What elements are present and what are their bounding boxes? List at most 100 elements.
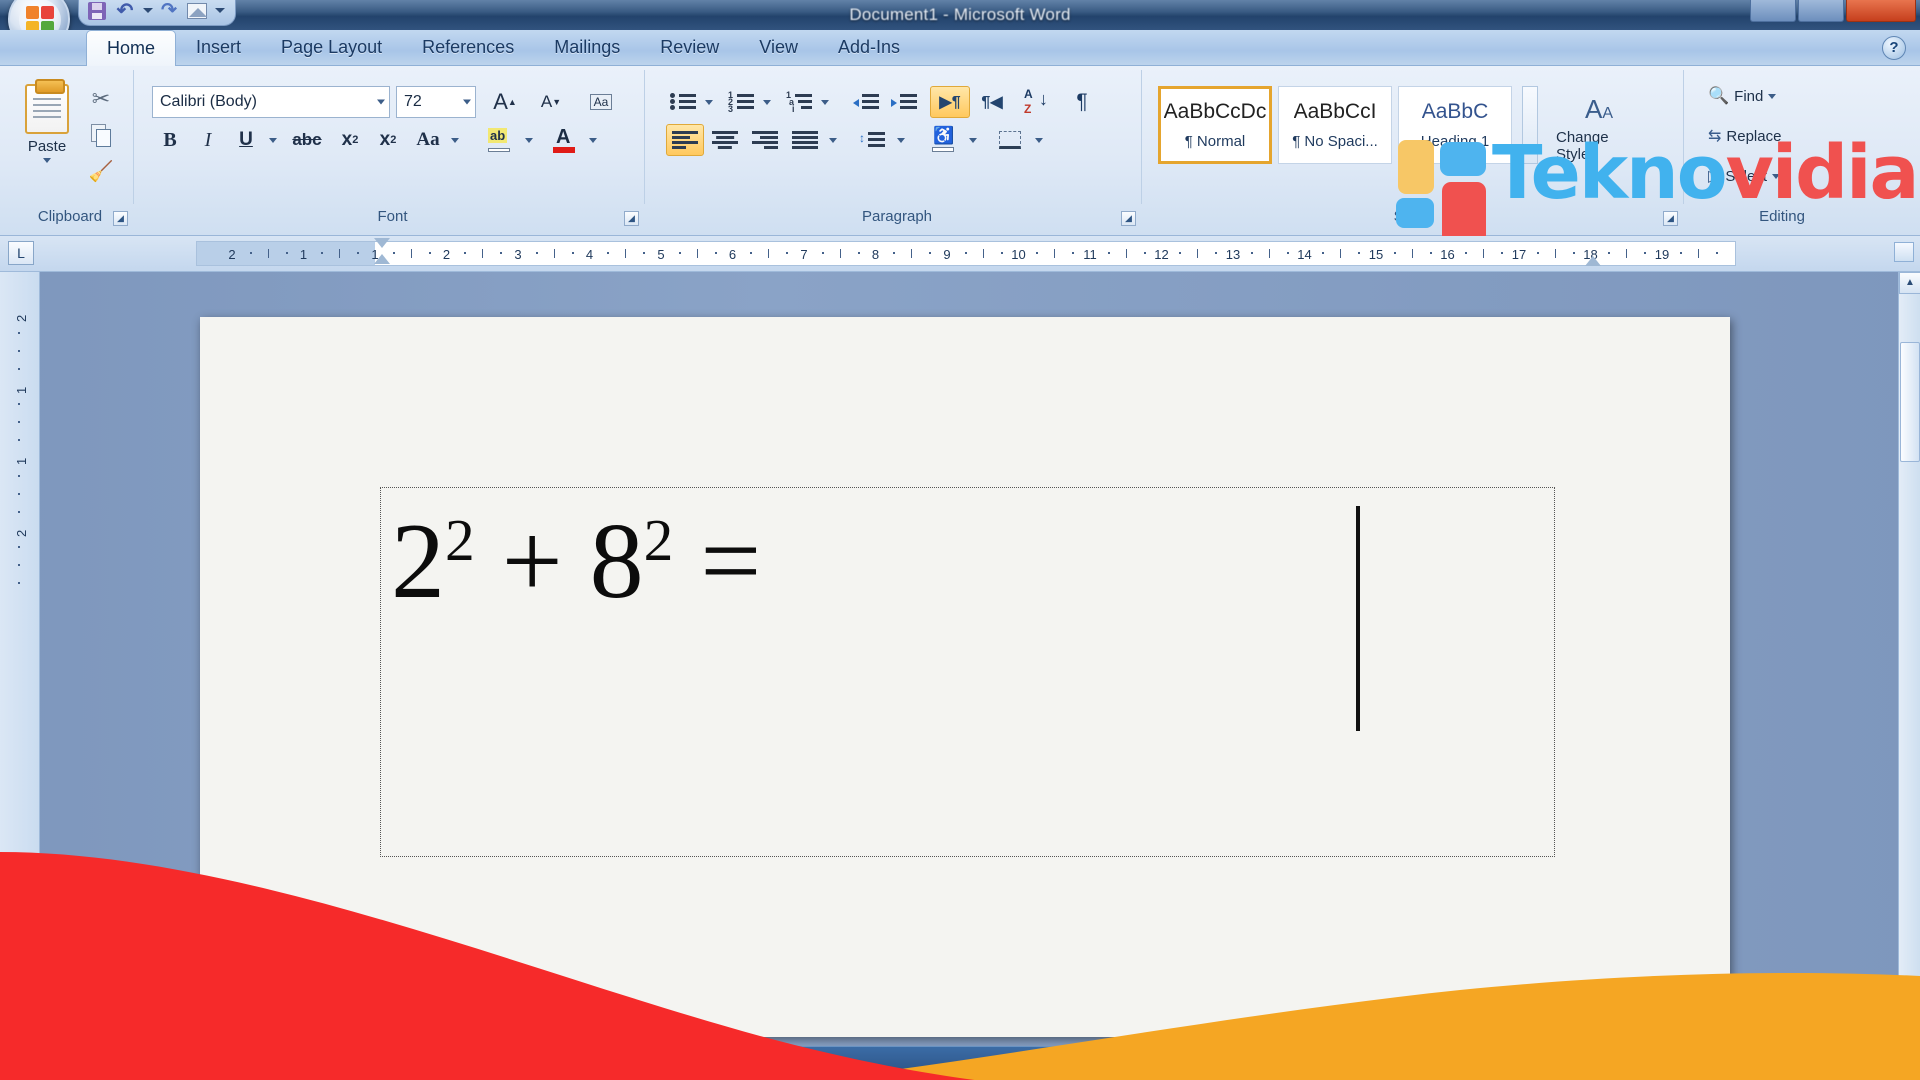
italic-button[interactable]: I (190, 124, 226, 156)
bullets-button[interactable] (666, 86, 700, 118)
hanging-indent-marker[interactable] (374, 254, 390, 264)
draft-view-button[interactable] (1504, 1053, 1530, 1073)
justify-caret[interactable] (824, 124, 842, 156)
clipboard-dialog-launcher[interactable]: ◢ (113, 211, 128, 226)
font-dialog-launcher[interactable]: ◢ (624, 211, 639, 226)
print-layout-view-button[interactable] (1388, 1053, 1414, 1073)
shading-caret[interactable] (964, 124, 982, 156)
styles-dialog-launcher[interactable]: ◢ (1663, 211, 1678, 226)
copy-button[interactable] (86, 120, 116, 150)
picture-icon[interactable] (185, 0, 209, 22)
multilevel-caret[interactable] (816, 86, 834, 118)
tab-stop-selector[interactable]: L (8, 241, 34, 265)
text-highlight-button[interactable]: ab (480, 124, 520, 156)
sort-button[interactable]: A Z ↓ (1018, 86, 1058, 118)
replace-button[interactable]: ⇆ Replace (1708, 126, 1781, 146)
line-spacing-button[interactable]: ↕ (852, 124, 892, 156)
redo-icon[interactable]: ↷ (157, 0, 181, 22)
close-button[interactable] (1846, 0, 1916, 22)
font-name-caret[interactable] (377, 99, 385, 105)
tab-insert[interactable]: Insert (176, 30, 261, 66)
underline-dropdown-caret[interactable] (264, 124, 282, 156)
horizontal-ruler[interactable]: L 2 1 1 2 3 4 5 6 7 8 9 10 11 12 13 14 15 16 17 18 19 (0, 236, 1920, 272)
vertical-ruler[interactable]: 2 1 1 2 (0, 272, 40, 1080)
tab-review[interactable]: Review (640, 30, 739, 66)
outline-view-button[interactable] (1475, 1053, 1501, 1073)
paste-dropdown-caret[interactable] (43, 158, 51, 163)
decrease-indent-button[interactable] (848, 86, 884, 118)
cut-button[interactable]: ✂ (86, 84, 116, 114)
bold-button[interactable]: B (152, 124, 188, 156)
font-color-caret[interactable] (584, 124, 602, 156)
select-button[interactable]: ▷ Select (1708, 166, 1781, 186)
zoom-slider-knob[interactable] (1756, 1056, 1770, 1074)
paste-button[interactable]: Paste (16, 79, 78, 163)
bullets-caret[interactable] (700, 86, 718, 118)
style-item-no-spacing[interactable]: AaBbCcI ¶ No Spaci... (1278, 86, 1392, 164)
first-line-indent-marker[interactable] (374, 238, 390, 248)
change-styles-button[interactable]: AA Change Styles (1556, 94, 1642, 163)
superscript-button[interactable]: x2 (370, 124, 406, 156)
undo-dropdown-caret[interactable] (143, 8, 153, 13)
align-right-button[interactable] (746, 124, 784, 156)
numbering-caret[interactable] (758, 86, 776, 118)
strikethrough-button[interactable]: abc (286, 124, 328, 156)
help-icon[interactable]: ? (1882, 36, 1906, 60)
align-left-button[interactable] (666, 124, 704, 156)
maximize-button[interactable] (1798, 0, 1844, 22)
ltr-text-direction-button[interactable]: ▶¶ (930, 86, 970, 118)
scroll-up-button[interactable]: ▲ (1899, 272, 1920, 294)
change-case-button[interactable]: Aa (408, 124, 448, 156)
tab-mailings[interactable]: Mailings (534, 30, 640, 66)
find-button[interactable]: 🔍 Find (1708, 86, 1777, 106)
full-screen-reading-button[interactable] (1417, 1053, 1443, 1073)
zoom-slider-track[interactable] (1620, 1063, 1850, 1066)
grow-font-button[interactable]: A ▲ (484, 86, 526, 118)
scroll-down-button[interactable]: ▼ (1899, 1012, 1920, 1034)
shrink-font-button[interactable]: A ▼ (530, 86, 572, 118)
zoom-level-label[interactable]: 100% (1564, 1055, 1600, 1071)
minimize-button[interactable] (1750, 0, 1796, 22)
font-size-input[interactable]: 72 (396, 86, 476, 118)
tab-home[interactable]: Home (86, 30, 177, 67)
style-item-heading1[interactable]: AaBbC Heading 1 (1398, 86, 1512, 164)
numbering-button[interactable]: 123 (724, 86, 758, 118)
font-name-input[interactable]: Calibri (Body) (152, 86, 390, 118)
rtl-text-direction-button[interactable]: ¶◀ (972, 86, 1012, 118)
show-formatting-marks-button[interactable]: ¶ (1062, 86, 1102, 118)
shading-button[interactable]: ♿ (924, 124, 964, 156)
customize-qat-caret[interactable] (215, 8, 225, 13)
multilevel-list-button[interactable]: 1ai (782, 86, 816, 118)
highlight-dropdown-caret[interactable] (520, 124, 538, 156)
change-case-caret[interactable] (446, 124, 464, 156)
line-spacing-caret[interactable] (892, 124, 910, 156)
font-size-caret[interactable] (463, 99, 471, 105)
subscript-button[interactable]: x2 (332, 124, 368, 156)
vertical-scrollbar[interactable]: ▲ ▼ ◆ ◇ (1898, 272, 1920, 1080)
align-center-button[interactable] (706, 124, 744, 156)
content-control-text-block[interactable]: 22 + 82 = (380, 487, 1555, 857)
tab-add-ins[interactable]: Add-Ins (818, 30, 920, 66)
tab-references[interactable]: References (402, 30, 534, 66)
font-color-button[interactable]: A (544, 124, 584, 156)
right-indent-marker[interactable] (1585, 256, 1601, 266)
increase-indent-button[interactable] (886, 86, 922, 118)
borders-caret[interactable] (1030, 124, 1048, 156)
web-layout-view-button[interactable] (1446, 1053, 1472, 1073)
ruler-strip[interactable]: 2 1 1 2 3 4 5 6 7 8 9 10 11 12 13 14 15 16 17 18 19 (196, 241, 1736, 266)
clear-formatting-button[interactable]: Aa (580, 86, 622, 118)
style-item-normal[interactable]: AaBbCcDc ¶ Normal (1158, 86, 1272, 164)
underline-button[interactable]: U (228, 124, 264, 156)
ruler-toggle-button[interactable] (1894, 242, 1914, 262)
save-icon[interactable] (85, 0, 109, 22)
tab-page-layout[interactable]: Page Layout (261, 30, 402, 66)
format-painter-button[interactable]: 🧹 (86, 156, 116, 186)
scrollbar-thumb[interactable] (1900, 342, 1920, 462)
paragraph-dialog-launcher[interactable]: ◢ (1121, 211, 1136, 226)
tab-view[interactable]: View (739, 30, 818, 66)
styles-gallery-scroll[interactable] (1522, 86, 1538, 164)
document-page[interactable]: 22 + 82 = (200, 317, 1730, 1037)
justify-button[interactable] (786, 124, 824, 156)
undo-icon[interactable]: ↶ (113, 0, 137, 22)
borders-button[interactable] (990, 124, 1030, 156)
